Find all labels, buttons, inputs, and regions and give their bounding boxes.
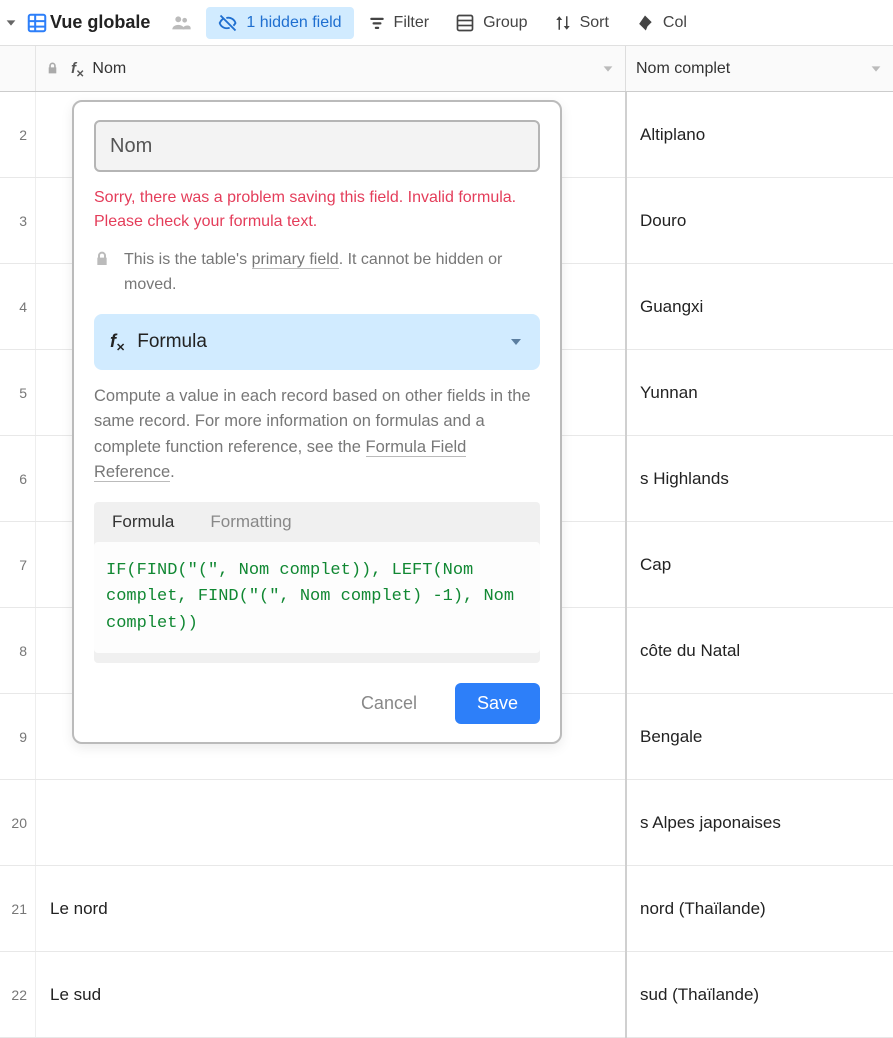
column-header-nom[interactable]: f✕ Nom bbox=[36, 46, 626, 91]
field-type-select[interactable]: f✕ Formula bbox=[94, 314, 540, 370]
view-menu-caret-icon[interactable] bbox=[4, 16, 18, 30]
chevron-down-icon[interactable] bbox=[869, 62, 883, 76]
field-config-tabs: Formula Formatting bbox=[94, 502, 540, 542]
cell-nom-complet[interactable]: Douro bbox=[626, 178, 893, 263]
group-button[interactable]: Group bbox=[443, 7, 539, 39]
table-row[interactable]: 20 s Alpes japonaises bbox=[0, 780, 893, 866]
column-header-nom-label: Nom bbox=[92, 60, 126, 78]
popover-actions: Cancel Save bbox=[94, 683, 540, 724]
chevron-down-icon[interactable] bbox=[601, 62, 615, 76]
row-number: 3 bbox=[0, 178, 36, 263]
row-number: 9 bbox=[0, 694, 36, 779]
collaborators-icon[interactable] bbox=[164, 12, 198, 34]
column-header-nom-complet[interactable]: Nom complet bbox=[626, 46, 893, 91]
primary-field-text: This is the table's primary field. It ca… bbox=[124, 248, 540, 298]
lock-icon bbox=[46, 62, 59, 75]
row-number: 4 bbox=[0, 264, 36, 349]
row-number: 6 bbox=[0, 436, 36, 521]
filter-label: Filter bbox=[394, 14, 430, 32]
color-label: Col bbox=[663, 14, 687, 32]
cell-nom[interactable]: Le nord bbox=[36, 866, 626, 951]
primary-field-link[interactable]: primary field bbox=[252, 251, 339, 269]
field-type-description: Compute a value in each record based on … bbox=[94, 384, 540, 486]
column-divider[interactable] bbox=[625, 92, 627, 1038]
chevron-down-icon bbox=[508, 334, 524, 350]
save-button[interactable]: Save bbox=[455, 683, 540, 724]
formula-icon: f✕ bbox=[71, 60, 84, 77]
hidden-fields-label: 1 hidden field bbox=[246, 14, 341, 32]
column-header-nom-complet-label: Nom complet bbox=[636, 60, 730, 78]
tab-formula[interactable]: Formula bbox=[94, 502, 192, 542]
cell-nom-complet[interactable]: nord (Thaïlande) bbox=[626, 866, 893, 951]
row-number-header bbox=[0, 46, 36, 91]
filter-button[interactable]: Filter bbox=[356, 8, 442, 38]
formula-icon: f✕ bbox=[110, 331, 125, 352]
table-row[interactable]: 22Le sudsud (Thaïlande) bbox=[0, 952, 893, 1038]
row-number: 21 bbox=[0, 866, 36, 951]
cell-nom[interactable]: Le sud bbox=[36, 952, 626, 1037]
cell-nom-complet[interactable]: s Highlands bbox=[626, 436, 893, 521]
field-type-label: Formula bbox=[137, 331, 207, 353]
cell-nom-complet[interactable]: Bengale bbox=[626, 694, 893, 779]
field-config-popover: Sorry, there was a problem saving this f… bbox=[72, 100, 562, 744]
cell-nom-complet[interactable]: Altiplano bbox=[626, 92, 893, 177]
sort-button[interactable]: Sort bbox=[542, 8, 621, 38]
primary-field-notice: This is the table's primary field. It ca… bbox=[94, 248, 540, 298]
group-label: Group bbox=[483, 14, 527, 32]
field-name-input[interactable] bbox=[94, 120, 540, 172]
cell-nom-complet[interactable]: Cap bbox=[626, 522, 893, 607]
cell-nom-complet[interactable]: sud (Thaïlande) bbox=[626, 952, 893, 1037]
view-toolbar: Vue globale 1 hidden field Filter Group … bbox=[0, 0, 893, 46]
cell-nom-complet[interactable]: Yunnan bbox=[626, 350, 893, 435]
sort-label: Sort bbox=[580, 14, 609, 32]
row-number: 2 bbox=[0, 92, 36, 177]
row-number: 20 bbox=[0, 780, 36, 865]
cancel-button[interactable]: Cancel bbox=[339, 683, 439, 724]
row-number: 8 bbox=[0, 608, 36, 693]
cell-nom-complet[interactable]: Guangxi bbox=[626, 264, 893, 349]
cell-nom-complet[interactable]: côte du Natal bbox=[626, 608, 893, 693]
row-number: 22 bbox=[0, 952, 36, 1037]
hidden-fields-button[interactable]: 1 hidden field bbox=[206, 7, 353, 39]
grid-header-row: f✕ Nom Nom complet bbox=[0, 46, 893, 92]
view-name[interactable]: Vue globale bbox=[50, 6, 162, 39]
grid-view-icon bbox=[26, 12, 48, 34]
color-button[interactable]: Col bbox=[623, 7, 699, 39]
cell-nom[interactable] bbox=[36, 780, 626, 865]
lock-icon bbox=[94, 251, 110, 298]
row-number: 7 bbox=[0, 522, 36, 607]
table-row[interactable]: 21Le nordnord (Thaïlande) bbox=[0, 866, 893, 952]
formula-editor[interactable]: IF(FIND("(", Nom complet)), LEFT(Nom com… bbox=[94, 542, 540, 653]
row-number: 5 bbox=[0, 350, 36, 435]
tab-formatting[interactable]: Formatting bbox=[192, 502, 309, 542]
error-message: Sorry, there was a problem saving this f… bbox=[94, 186, 540, 234]
cell-nom-complet[interactable]: s Alpes japonaises bbox=[626, 780, 893, 865]
